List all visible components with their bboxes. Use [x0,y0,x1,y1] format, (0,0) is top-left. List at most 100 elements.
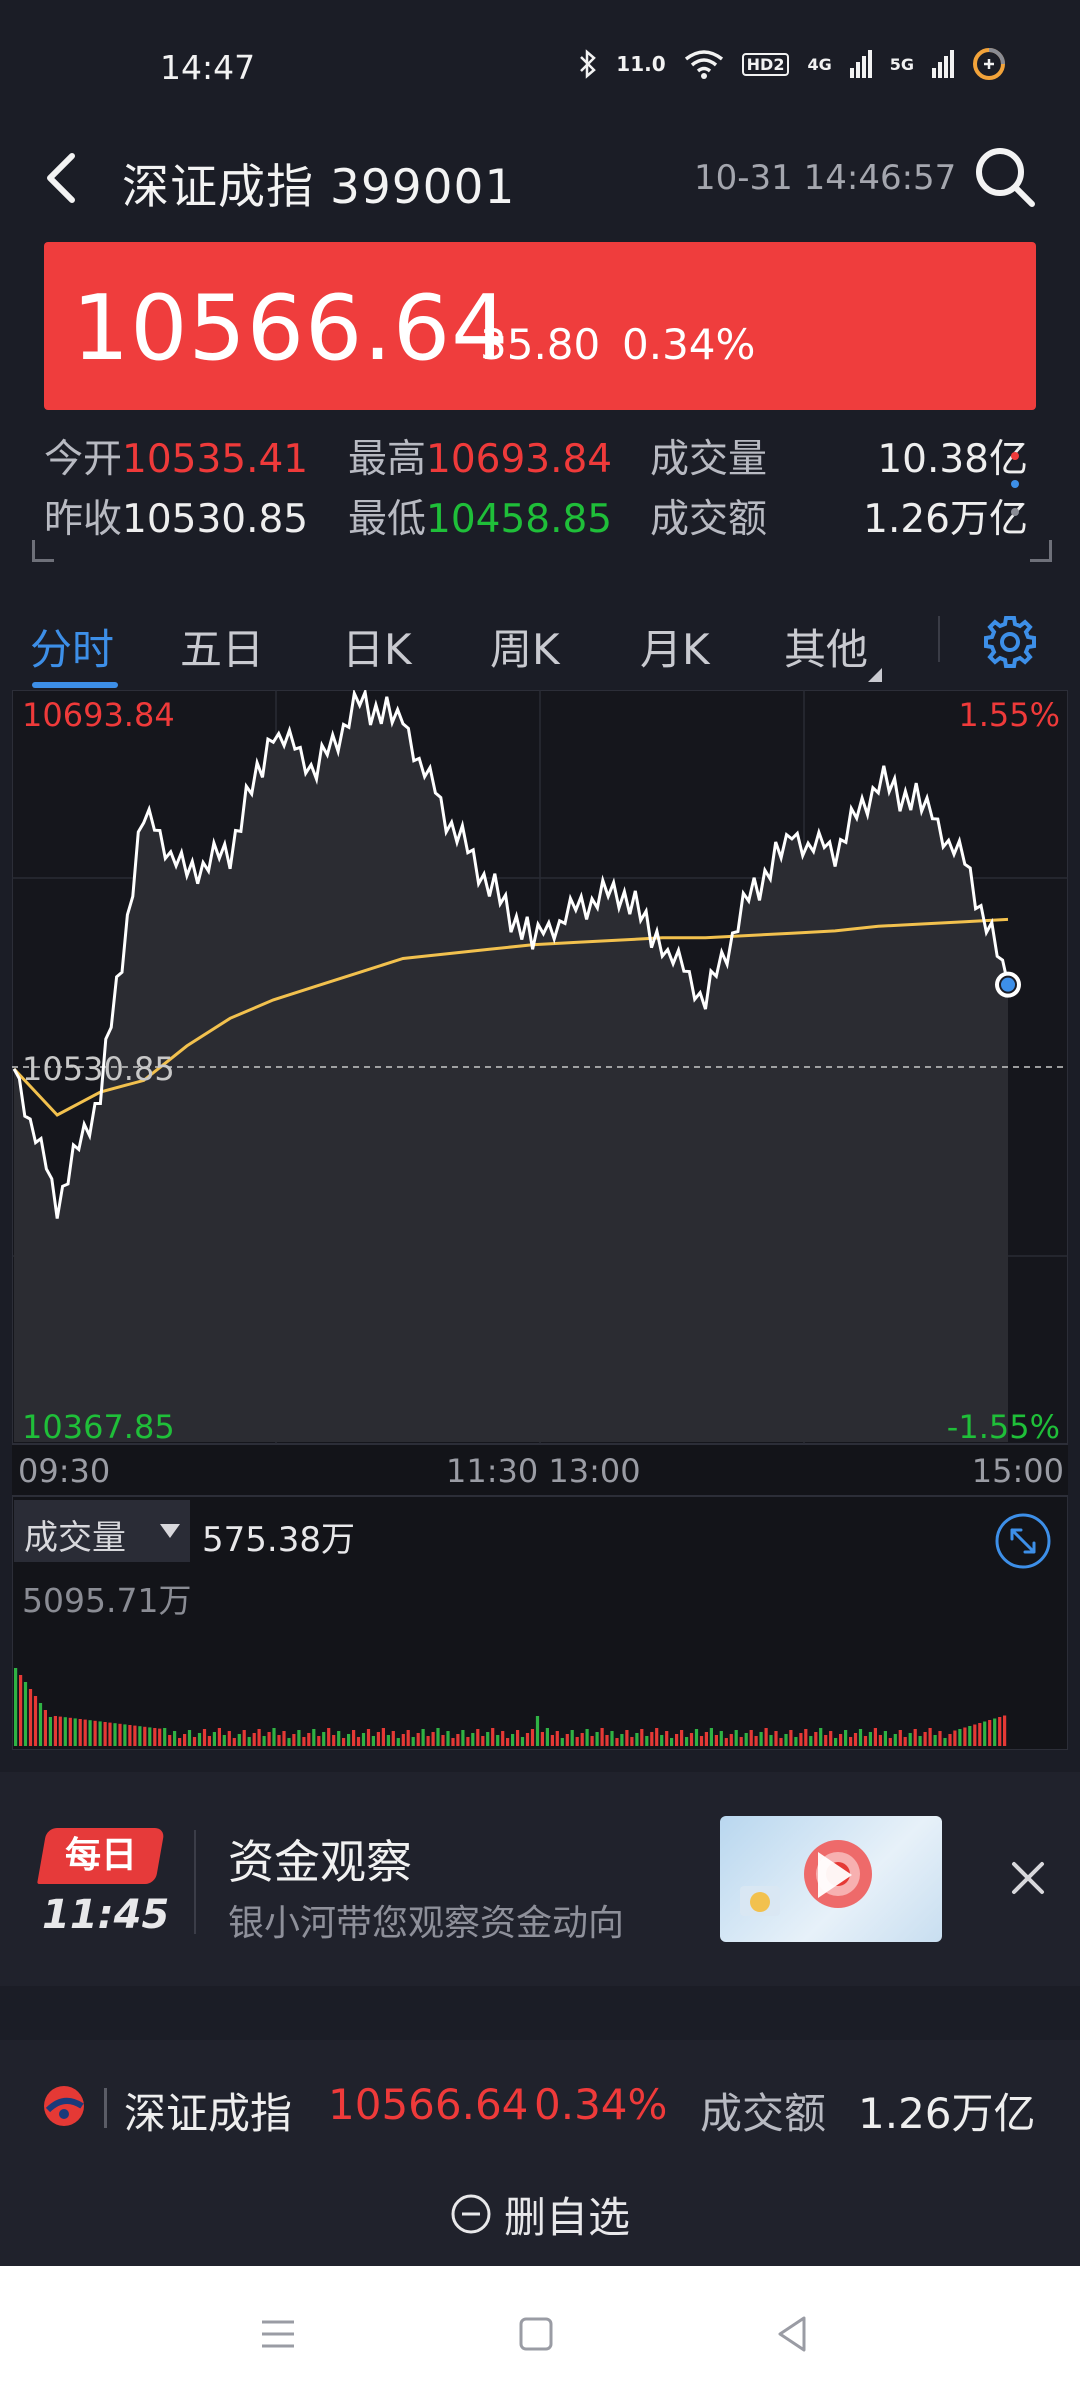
low-value: 10458.85 [426,497,613,542]
volume-bar [550,1735,554,1746]
volume-bar [685,1737,689,1746]
volume-bar [376,1732,380,1746]
chart-mid-label: 10530.85 [22,1050,175,1088]
volume-bar [307,1733,311,1746]
chart-min-pct: -1.55% [946,1408,1060,1446]
volume-bar [431,1732,435,1746]
home-square-icon[interactable] [512,2310,560,2358]
volume-bar [123,1724,127,1746]
volume-bar [257,1729,261,1746]
volume-bar [23,1682,28,1746]
volume-bar [19,1675,23,1746]
daily-badge-label: 每日 [64,1835,137,1876]
volume-bar [913,1729,917,1746]
hd-badge: HD2 [741,52,790,76]
volume-bar [680,1730,684,1746]
volume-bar [491,1728,495,1746]
volume-bar [287,1738,291,1746]
back-triangle-icon[interactable] [770,2310,818,2358]
time-mid-label: 11:30 13:00 [446,1452,641,1490]
volume-bar [63,1717,67,1746]
volume-bar [128,1725,132,1746]
volume-bar [903,1737,907,1746]
promo-video-thumbnail[interactable] [720,1816,942,1942]
volume-bar [694,1729,699,1746]
volume-bar [585,1729,589,1746]
time-end-label: 15:00 [971,1452,1064,1490]
volume-bar [386,1735,390,1746]
tab-five-day[interactable]: 五日 [180,616,264,677]
system-nav-bar [0,2266,1080,2400]
volume-bar [610,1731,614,1746]
close-icon[interactable] [1008,1858,1048,1898]
price-change-pct: 0.34% [622,320,756,369]
volume-bar [764,1728,768,1746]
volume-bar [371,1736,375,1746]
volume-bar [297,1730,301,1746]
promo-card[interactable]: 每日 11:45 资金观察 银小河带您观察资金动向 [0,1772,1080,1986]
back-arrow-icon[interactable] [38,148,88,208]
volume-bar [401,1734,405,1746]
tab-intraday[interactable]: 分时 [30,616,114,677]
volume-bar [421,1729,425,1746]
volume-bar [655,1728,659,1746]
tab-daily-k[interactable]: 日K [342,616,412,677]
expand-fullscreen-icon[interactable] [994,1512,1052,1570]
volume-bar [98,1721,102,1746]
volume-bar [262,1736,266,1746]
volume-bar [689,1733,694,1746]
volume-bar [391,1731,395,1746]
volume-bar [973,1724,977,1746]
volume-bar [675,1734,679,1746]
volume-bar [43,1710,47,1746]
bottom-amount-label: 成交额 [700,2089,827,2138]
volume-bar [998,1717,1002,1746]
play-video-icon [740,1840,872,1916]
volume-bar [282,1731,286,1746]
volume-bar [908,1733,912,1746]
price-change: 35.80 [480,320,601,369]
volume-bar [192,1737,197,1746]
price-banner: 10566.64 35.80 0.34% [44,242,1036,410]
volume-bar [207,1736,211,1746]
menu-icon[interactable] [254,2310,302,2358]
volume-bar [928,1728,932,1746]
volume-bar [232,1738,236,1746]
volume-bar [88,1720,92,1746]
volume-bar [187,1730,192,1746]
volume-bar [844,1730,848,1746]
volume-bar [774,1731,778,1746]
chart-max-pct: 1.55% [958,696,1060,734]
volume-bar [724,1738,728,1746]
volume-bar [272,1728,276,1746]
volume-bar [143,1726,147,1746]
volume-bar [327,1728,331,1746]
volume-bar [545,1728,549,1746]
tab-weekly-k[interactable]: 周K [490,616,560,677]
volume-bar [247,1737,251,1746]
volume-bar [958,1729,962,1746]
more-dots-icon[interactable] [1010,450,1020,518]
triangle-down-icon [868,668,883,682]
signal-icon-2 [932,50,954,78]
exchange-logo-icon [44,2086,84,2126]
volume-bar [366,1729,371,1746]
volume-bar [878,1735,882,1746]
volume-bar [456,1734,460,1746]
volume-bar [918,1736,922,1746]
search-icon[interactable] [972,144,1038,210]
volume-bar [853,1733,858,1746]
tab-other[interactable]: 其他 [784,616,883,682]
volume-bar [53,1716,57,1746]
tab-monthly-k[interactable]: 月K [640,616,710,677]
indicator-selector[interactable]: 成交量 [14,1500,190,1562]
settings-gear-icon[interactable] [982,614,1038,670]
remove-watchlist-button[interactable]: 删自选 [450,2188,630,2242]
volume-bar [436,1728,440,1746]
volume-bar [804,1729,808,1746]
volume-bar [183,1734,187,1746]
volume-bar [665,1731,669,1746]
bottom-divider [104,2088,107,2128]
volume-bar [381,1728,385,1746]
volume-bar [356,1737,361,1746]
